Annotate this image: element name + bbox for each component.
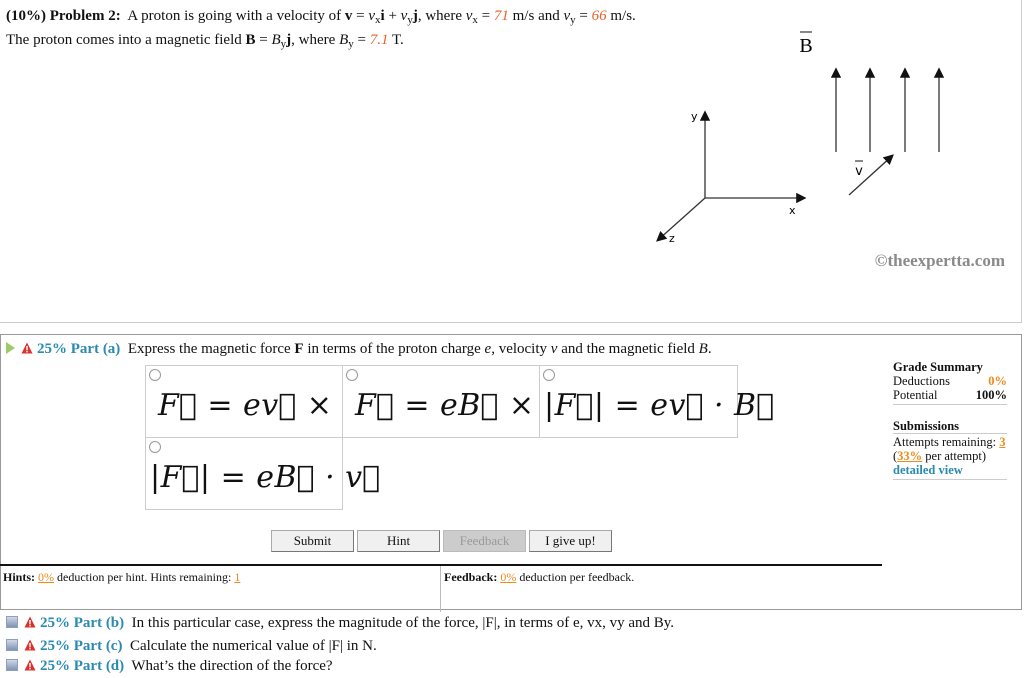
radio-button[interactable] [346,369,358,381]
problem-text: , where [291,32,340,48]
plus-sign: + [384,8,401,24]
part-question: In this particular case, express the mag… [131,615,675,631]
problem-weight: (10%) [6,8,46,24]
part-label: Part (b) [73,615,125,631]
B-field-label: B [799,31,813,57]
per-attempt-text: per attempt) [922,449,987,463]
part-b-row[interactable]: 25% Part (b) In this particular case, ex… [6,614,674,632]
problem-title: Problem 2: [49,8,121,24]
radio-button[interactable] [149,441,161,453]
problem-statement: (10%) Problem 2: A proton is going with … [6,8,636,50]
feedback-label: Feedback: [444,570,498,584]
feedback-button: Feedback [443,530,526,552]
expand-triangle-icon[interactable] [6,342,15,354]
By-value: 7.1 [369,32,389,48]
deductions-value: 0% [988,374,1007,388]
radio-button[interactable] [149,369,161,381]
warning-icon [24,659,36,671]
warning-icon [24,616,36,628]
svg-text:v: v [855,164,863,179]
potential-row: Potential 100% [893,388,1007,402]
per-attempt: (33% per attempt) [893,449,1007,463]
deductions-row: Deductions 0% [893,374,1007,388]
vx-value: 71 [493,8,509,24]
question-text: . [707,341,712,357]
part-weight: 25% [40,615,70,631]
part-weight: 25% [40,658,70,674]
collapsed-box-icon[interactable] [6,639,18,651]
hints-remaining: 1 [234,570,241,584]
part-label: Part (d) [73,658,125,674]
part-a-header: 25% Part (a) Express the magnetic force … [6,340,712,358]
collapsed-box-icon[interactable] [6,659,18,671]
per-attempt-value: 33% [897,449,923,463]
var-By: B [271,32,281,48]
problem-text: A proton is going with a velocity of [127,8,345,24]
part-question: What’s the direction of the force? [131,658,333,674]
part-d-row[interactable]: 25% Part (d) What’s the direction of the… [6,657,333,675]
question-text: , velocity [491,341,551,357]
attempts-remaining: Attempts remaining: 3 [893,435,1007,449]
deductions-label: Deductions [893,374,950,388]
var-F: F [294,341,304,357]
detailed-view-link[interactable]: detailed view [893,463,1007,477]
feedback-pct: 0% [500,570,517,584]
eq-sign: = [352,8,369,24]
warning-icon [21,342,33,354]
potential-label: Potential [893,388,938,402]
feedback-info: Feedback: 0% deduction per feedback. [444,570,634,585]
choice-option[interactable]: F⃗ = ev⃗ × B⃗ [145,365,383,438]
attempts-value: 3 [999,435,1006,449]
hints-pct: 0% [38,570,55,584]
part-a-weight: 25% [37,341,67,357]
vy-value: 66 [591,8,607,24]
attempts-label: Attempts remaining: [893,435,1000,449]
grade-summary: Grade Summary Deductions 0% Potential 100%… [893,360,1007,480]
velocity-label: v [855,160,863,179]
problem-text: T. [388,32,404,48]
hint-button[interactable]: Hint [357,530,440,552]
hints-feedback-bar: Hints: 0% deduction per hint. Hints rema… [0,564,882,612]
part-c-row[interactable]: 25% Part (c) Calculate the numerical val… [6,637,377,655]
choice-equation: |F⃗| = eB⃗ · v⃗ [150,460,381,495]
warning-icon [24,639,36,651]
var-B: B [245,32,256,48]
feedback-text: deduction per feedback. [516,570,635,584]
grade-summary-title: Grade Summary [893,360,983,374]
collapsed-box-icon[interactable] [6,616,18,628]
give-up-button[interactable]: I give up! [529,530,612,552]
part-label: Part (c) [73,638,123,654]
y-axis-label: y [691,110,698,123]
radio-button[interactable] [543,369,555,381]
z-axis [656,197,706,242]
watermark: ©theexpertta.com [875,251,1005,270]
choice-option[interactable]: |F⃗| = ev⃗ · B⃗ [539,365,774,438]
potential-value: 100% [975,388,1007,402]
part-question: Calculate the numerical value of |F| in … [129,638,377,654]
choice-equation: |F⃗| = ev⃗ · B⃗ [544,388,775,423]
part-weight: 25% [40,638,70,654]
submit-button[interactable]: Submit [271,530,354,552]
physics-diagram: B v y x z ©theexpertta.com [656,31,1005,270]
part-a-label: Part (a) [70,341,121,357]
hints-info: Hints: 0% deduction per hint. Hints rema… [3,570,240,585]
choice-option[interactable]: F⃗ = eB⃗ × v⃗ [342,365,580,438]
question-text: Express the magnetic force [127,341,295,357]
z-axis-label: z [669,232,675,245]
problem-text: , where [417,8,466,24]
var-B: B [698,341,708,357]
choice-option[interactable]: |F⃗| = eB⃗ · v⃗ [145,437,380,510]
hints-text: deduction per hint. Hints remaining: [54,570,235,584]
problem-text: m/s and [508,8,564,24]
submissions-title: Submissions [893,419,960,433]
question-text: and the magnetic field [557,341,699,357]
question-text: in terms of the proton charge [303,341,485,357]
hints-label: Hints: [3,570,36,584]
x-axis-label: x [789,204,796,217]
svg-text:B: B [799,35,812,57]
